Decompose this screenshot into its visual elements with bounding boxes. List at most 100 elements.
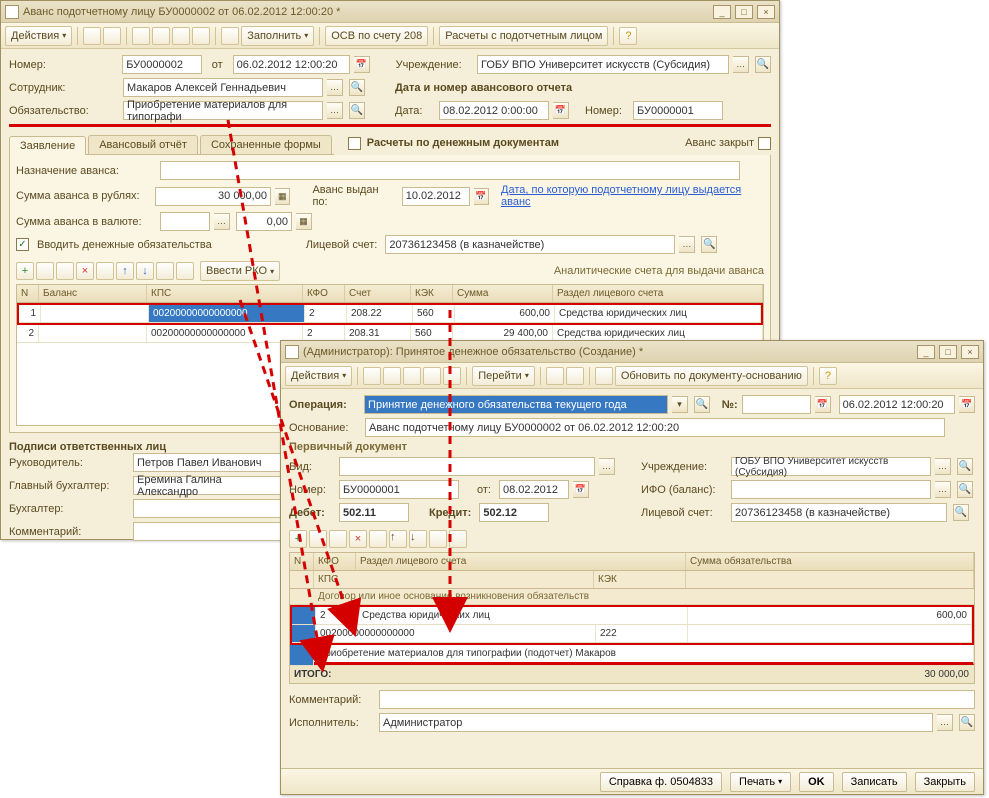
close-button[interactable]: ×	[757, 5, 775, 19]
kom-input[interactable]	[133, 522, 283, 541]
vvod-checkbox[interactable]: ✓	[16, 238, 29, 251]
currency-input[interactable]	[160, 212, 210, 231]
help-icon[interactable]: ?	[819, 367, 837, 385]
tb-icon[interactable]	[443, 367, 461, 385]
tb-icon[interactable]	[152, 27, 170, 45]
isp-input[interactable]: Администратор	[379, 713, 933, 732]
down-icon[interactable]: ↓	[136, 262, 154, 280]
delete-icon[interactable]: ×	[76, 262, 94, 280]
calendar-icon[interactable]: 📅	[553, 102, 569, 119]
sumval-input[interactable]: 0,00	[236, 212, 292, 231]
vydan-input[interactable]: 10.02.2012	[402, 187, 470, 206]
up-icon[interactable]: ↑	[389, 530, 407, 548]
tb-icon[interactable]	[546, 367, 564, 385]
calendar-icon[interactable]: 📅	[815, 396, 831, 413]
calc-button[interactable]: Расчеты с подотчетным лицом	[439, 26, 608, 46]
goto-button[interactable]: Перейти▾	[472, 366, 535, 386]
delete-icon[interactable]: ×	[349, 530, 367, 548]
tb-icon[interactable]	[96, 262, 114, 280]
sumrub-input[interactable]: 30 000,00	[155, 187, 271, 206]
lens-icon[interactable]: 🔍	[755, 56, 771, 73]
close-button-2[interactable]: Закрыть	[915, 772, 975, 792]
tb-icon[interactable]	[363, 367, 381, 385]
copy-icon[interactable]	[36, 262, 54, 280]
actions-button[interactable]: Действия▾	[5, 26, 72, 46]
ifo-input[interactable]	[731, 480, 931, 499]
ok-button[interactable]: OK	[799, 772, 834, 792]
sort-icon[interactable]	[449, 530, 467, 548]
lens-icon[interactable]: 🔍	[957, 458, 973, 475]
tb-icon[interactable]	[221, 27, 239, 45]
calendar-icon[interactable]: 📅	[354, 56, 370, 73]
select-icon[interactable]: …	[327, 79, 343, 96]
edit-icon[interactable]	[329, 530, 347, 548]
titlebar-2[interactable]: (Администратор): Принятое денежное обяза…	[281, 341, 983, 363]
dropdown-icon[interactable]: ▾	[672, 396, 688, 413]
sort-icon[interactable]	[429, 530, 447, 548]
date-input[interactable]: 06.02.2012 12:00:20	[839, 395, 956, 414]
lich-input[interactable]: 20736123458 (в казначействе)	[385, 235, 675, 254]
spravka-button[interactable]: Справка ф. 0504833	[600, 772, 722, 792]
add-icon[interactable]: +	[289, 530, 307, 548]
select-icon[interactable]: …	[679, 236, 695, 253]
select-icon[interactable]: …	[214, 213, 230, 230]
max-button[interactable]: □	[939, 345, 957, 359]
max-button[interactable]: □	[735, 5, 753, 19]
grid-row-highlighted-2[interactable]: 2 Средства юридических лиц 600,00 002000…	[290, 605, 974, 645]
select-icon[interactable]: …	[327, 102, 343, 119]
tab-report[interactable]: Авансовый отчёт	[88, 135, 198, 154]
calc-icon[interactable]: ▦	[296, 213, 312, 230]
refresh-button[interactable]: Обновить по документу-основанию	[615, 366, 808, 386]
min-button[interactable]: _	[713, 5, 731, 19]
tb-icon[interactable]	[103, 27, 121, 45]
titlebar-1[interactable]: Аванс подотчетному лицу БУ0000002 от 06.…	[1, 1, 779, 23]
sort-icon[interactable]	[156, 262, 174, 280]
osv-button[interactable]: ОСВ по счету 208	[325, 26, 428, 46]
tb-icon[interactable]	[172, 27, 190, 45]
buh-input[interactable]	[133, 499, 283, 518]
tb-icon[interactable]	[83, 27, 101, 45]
grid-obligation[interactable]: N КФО Раздел лицевого счета Сумма обязат…	[289, 552, 975, 684]
up-icon[interactable]: ↑	[116, 262, 134, 280]
closed-checkbox[interactable]	[758, 137, 771, 150]
deb-input[interactable]: 502.11	[339, 503, 409, 522]
sort-icon[interactable]	[176, 262, 194, 280]
actions-button[interactable]: Действия▾	[285, 366, 352, 386]
nazn-input[interactable]	[160, 161, 740, 180]
select-icon[interactable]: …	[937, 714, 953, 731]
lens-icon[interactable]: 🔍	[959, 714, 975, 731]
lens-icon[interactable]: 🔍	[694, 396, 710, 413]
lens-icon[interactable]: 🔍	[349, 102, 365, 119]
gb-input[interactable]: Еремина Галина Александро	[133, 476, 283, 495]
save-button[interactable]: Записать	[842, 772, 907, 792]
lens-icon[interactable]: 🔍	[701, 236, 717, 253]
kred-input[interactable]: 502.12	[479, 503, 549, 522]
grid-row-highlighted[interactable]: 1 00200000000000000 2 208.22 560 600,00 …	[17, 303, 763, 325]
calc-icon[interactable]: ▦	[275, 188, 290, 205]
print-button[interactable]: Печать ▾	[730, 772, 791, 792]
tab-zayav[interactable]: Заявление	[9, 136, 86, 155]
sotr-input[interactable]: Макаров Алексей Геннадьевич	[123, 78, 323, 97]
tb-icon[interactable]	[423, 367, 441, 385]
calendar-icon[interactable]: 📅	[573, 481, 589, 498]
tb-icon[interactable]	[403, 367, 421, 385]
close-button[interactable]: ×	[961, 345, 979, 359]
copy-icon[interactable]	[309, 530, 327, 548]
kom2-input[interactable]	[379, 690, 975, 709]
edit-icon[interactable]	[56, 262, 74, 280]
osn-input[interactable]: Аванс подотчетному лицу БУ0000002 от 06.…	[365, 418, 945, 437]
tb-icon[interactable]	[192, 27, 210, 45]
tb-icon[interactable]	[369, 530, 387, 548]
lens-icon[interactable]: 🔍	[957, 481, 973, 498]
vid-input[interactable]	[339, 457, 595, 476]
lich2-input[interactable]: 20736123458 (в казначействе)	[731, 503, 947, 522]
calendar-icon[interactable]: 📅	[959, 396, 975, 413]
lens-icon[interactable]: 🔍	[349, 79, 365, 96]
tb-icon[interactable]	[595, 367, 613, 385]
nomer-input[interactable]: БУ0000002	[122, 55, 201, 74]
ot2-input[interactable]: 08.02.2012	[499, 480, 569, 499]
oblig-input[interactable]: Приобретение материалов для типографи	[123, 101, 323, 120]
calendar-icon[interactable]: 📅	[474, 188, 489, 205]
min-button[interactable]: _	[917, 345, 935, 359]
ot-input[interactable]: 06.02.2012 12:00:20	[233, 55, 350, 74]
